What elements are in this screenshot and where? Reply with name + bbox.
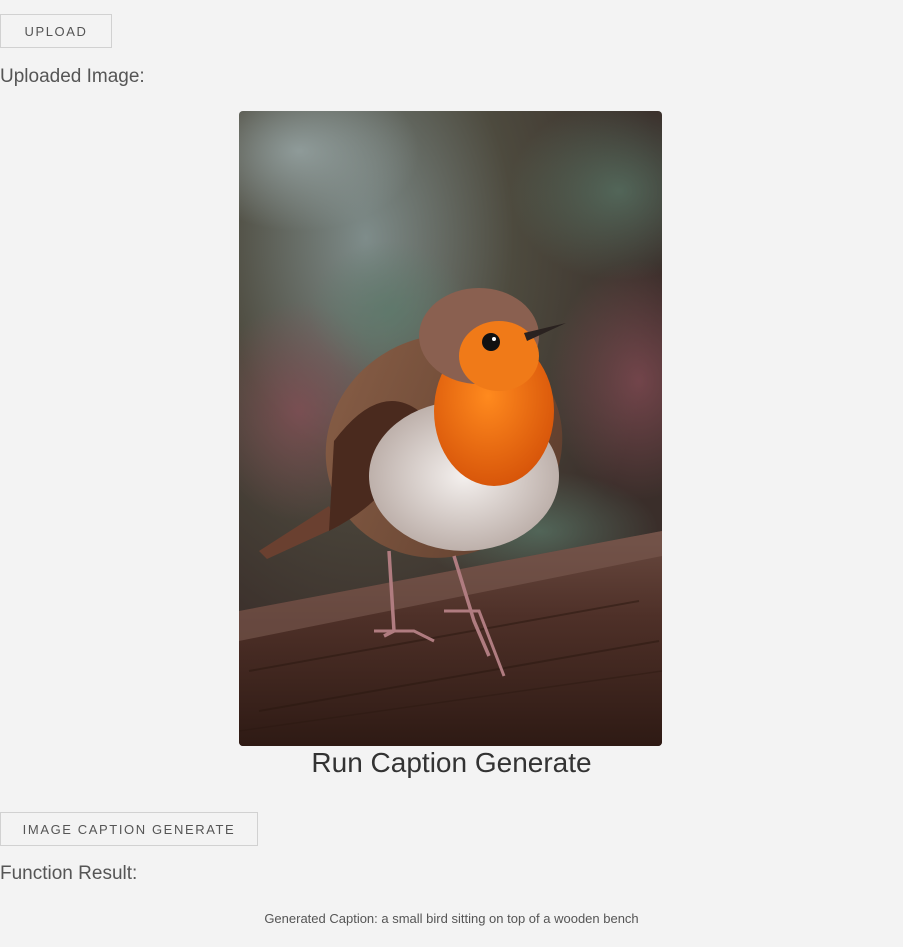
function-result-label: Function Result:: [0, 863, 138, 884]
page: UPLOAD Uploaded Image: Run Caption Gener…: [0, 0, 903, 947]
uploaded-image: [239, 111, 662, 746]
run-caption-title: Run Caption Generate: [311, 747, 592, 778]
generated-caption-text: Generated Caption: a small bird sitting …: [264, 911, 639, 926]
image-caption-generate-button[interactable]: IMAGE CAPTION GENERATE: [0, 812, 258, 846]
upload-button[interactable]: UPLOAD: [0, 14, 112, 48]
uploaded-image-label: Uploaded Image:: [0, 66, 145, 87]
robin-photo-icon: [239, 111, 662, 746]
